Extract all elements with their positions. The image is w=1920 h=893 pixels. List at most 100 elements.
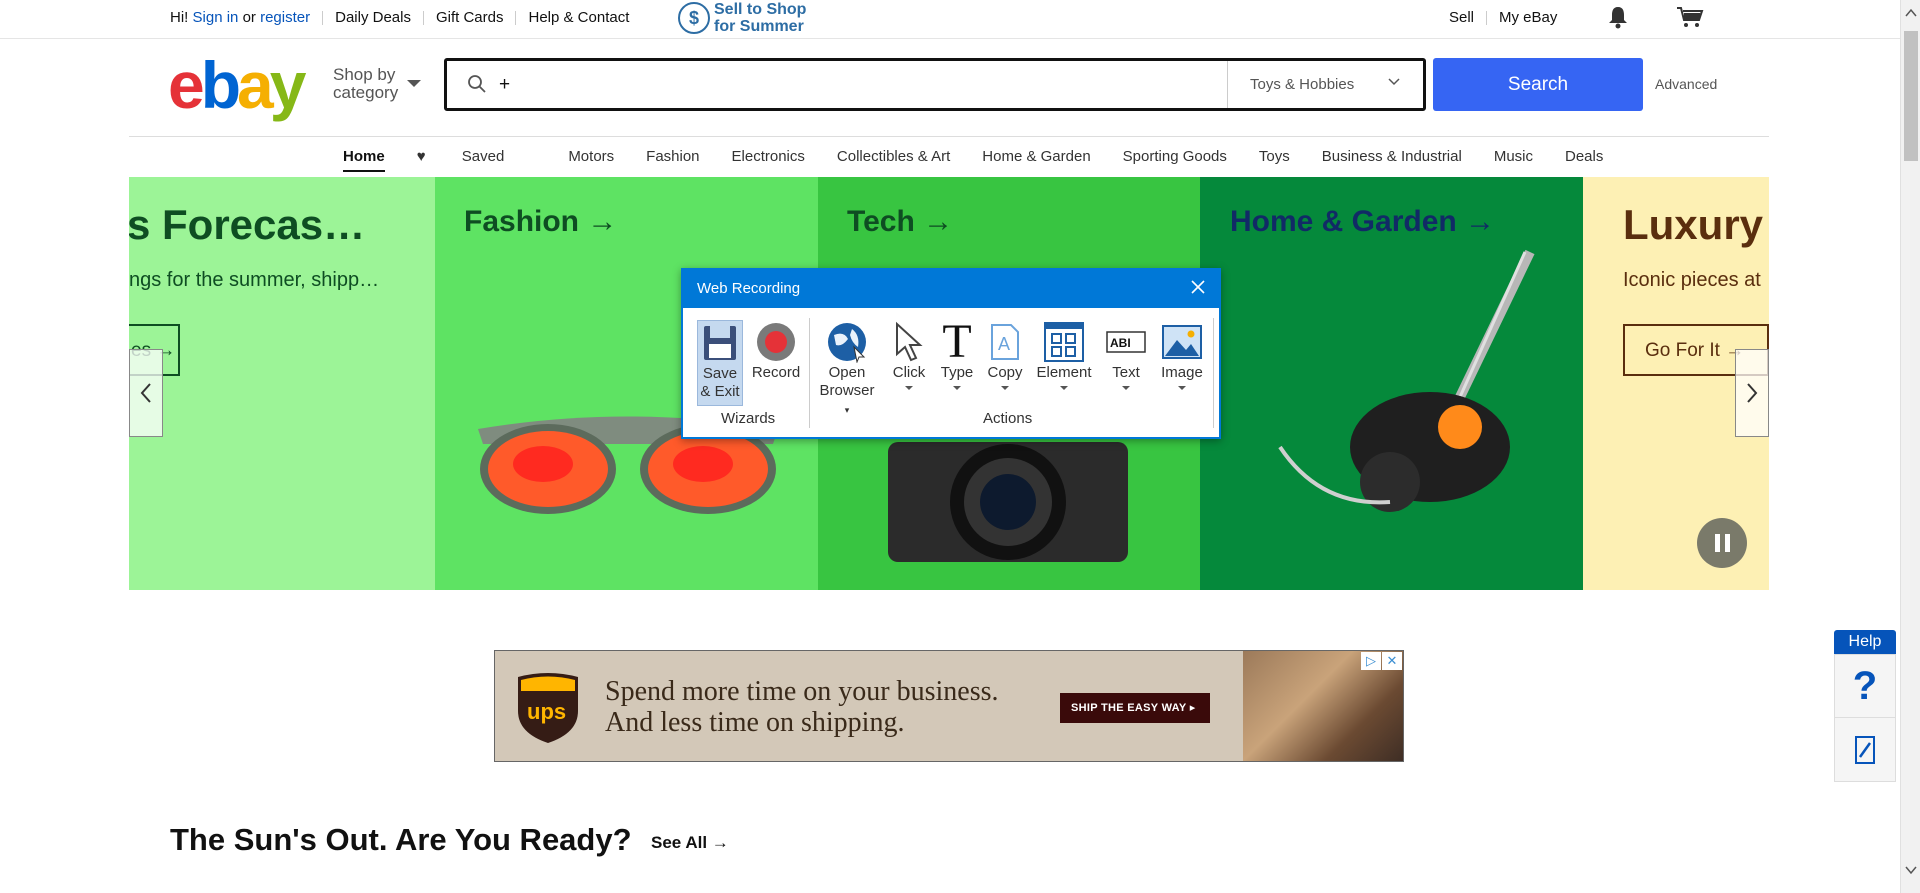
cart-icon[interactable] [1676, 5, 1704, 29]
category-select[interactable]: Toys & Hobbies [1227, 61, 1423, 108]
group-separator [1213, 318, 1214, 428]
open-browser-button[interactable]: Open Browser ▾ [817, 320, 877, 419]
panel-subtitle: Iconic pieces at [1623, 269, 1761, 291]
advanced-search-link[interactable]: Advanced [1655, 76, 1717, 92]
promo-line-2: for Summer [714, 18, 804, 35]
ebay-logo[interactable]: ebay [168, 48, 306, 122]
close-ad-icon[interactable]: ✕ [1382, 652, 1402, 670]
svg-text:A: A [998, 334, 1010, 354]
save-exit-button[interactable]: Save & Exit [697, 320, 743, 406]
help-header[interactable]: Help [1834, 630, 1896, 654]
feedback-button[interactable] [1834, 718, 1896, 782]
dropdown-caret-icon [1001, 386, 1009, 390]
carousel-prev-button[interactable] [129, 349, 163, 437]
chevron-down-icon [1388, 78, 1400, 86]
search-button[interactable]: Search [1433, 58, 1643, 111]
wizards-group-label: Wizards [721, 410, 776, 427]
or-text: or [242, 9, 256, 26]
help-question-button[interactable]: ? [1834, 654, 1896, 718]
panel-title-text: Fashion [464, 205, 580, 238]
panel-title: s Forecas… [129, 201, 366, 248]
close-icon[interactable] [1189, 278, 1207, 296]
divider [1486, 10, 1488, 25]
carousel-pause-button[interactable] [1697, 518, 1747, 568]
my-ebay-link[interactable]: My eBay [1499, 9, 1557, 26]
greeting: Hi! [170, 9, 189, 26]
top-utility-bar: Hi! Sign in or register Daily Deals Gift… [0, 0, 1900, 39]
type-button[interactable]: T Type [937, 315, 977, 390]
nav-item-collectibles-art[interactable]: Collectibles & Art [837, 148, 950, 172]
ups-logo-icon: ups [518, 673, 578, 743]
shop-by-line-2: category [333, 83, 399, 102]
dialog-title: Web Recording [697, 280, 801, 297]
shop-by-line-1: Shop by [333, 65, 396, 84]
nav-item-sporting-goods[interactable]: Sporting Goods [1123, 148, 1227, 172]
text-label: Text [1112, 364, 1140, 381]
help-contact-link[interactable]: Help & Contact [528, 9, 629, 26]
logo-letter: e [168, 48, 205, 122]
floppy-disk-icon [698, 321, 742, 365]
nav-item-motors[interactable]: Motors [568, 148, 614, 172]
svg-text:ABI: ABI [1110, 336, 1131, 350]
register-link[interactable]: register [260, 9, 310, 26]
carousel-panel-home-garden[interactable]: Home & Garden → [1200, 177, 1583, 590]
sign-in-link[interactable]: Sign in [193, 9, 239, 26]
sell-link[interactable]: Sell [1449, 9, 1474, 26]
dropdown-caret-icon [953, 386, 961, 390]
nav-item-toys[interactable]: Toys [1259, 148, 1290, 172]
panel-title-text: Home & Garden [1230, 205, 1457, 238]
nav-item-home[interactable]: Home [343, 148, 385, 172]
help-widget: Help ? [1834, 630, 1896, 782]
search-input[interactable]: + [499, 74, 510, 96]
scrollbar-thumb[interactable] [1904, 31, 1918, 161]
nav-item-saved[interactable]: ♥ Saved [417, 148, 537, 172]
ad-choices-icon[interactable]: ▷ [1361, 652, 1381, 670]
panel-cta-label: Go For It [1645, 340, 1720, 361]
page-scrollbar[interactable] [1900, 0, 1920, 893]
daily-deals-link[interactable]: Daily Deals [335, 9, 411, 26]
see-all-link[interactable]: See All → [651, 833, 729, 853]
nav-item-business-industrial[interactable]: Business & Industrial [1322, 148, 1462, 172]
category-nav: Home ♥ Saved Motors Fashion Electronics … [343, 148, 1635, 172]
chevron-right-icon [1747, 383, 1758, 403]
carousel-panel-forecast[interactable]: s Forecas… ngs for the summer, shipp… es… [129, 177, 435, 590]
chevron-left-icon [140, 383, 151, 403]
type-t-icon: T [942, 315, 972, 368]
carousel-next-button[interactable] [1735, 349, 1769, 437]
see-all-label: See All [651, 833, 708, 852]
ship-easy-way-button[interactable]: SHIP THE EASY WAY ▸ [1060, 693, 1210, 723]
scroll-up-icon[interactable] [1905, 8, 1917, 18]
text-button[interactable]: ABI Text [1103, 320, 1149, 390]
nav-item-electronics[interactable]: Electronics [732, 148, 805, 172]
image-picture-icon [1157, 320, 1207, 364]
scroll-down-icon[interactable] [1905, 865, 1917, 875]
nav-item-deals[interactable]: Deals [1565, 148, 1603, 172]
image-button[interactable]: Image [1157, 320, 1207, 390]
nav-item-music[interactable]: Music [1494, 148, 1533, 172]
click-button[interactable]: Click [889, 320, 929, 390]
sell-to-shop-promo[interactable]: $ Sell to Shop for Summer [678, 1, 806, 35]
element-grid-icon [1033, 320, 1095, 364]
open-browser-label-1: Open [828, 364, 866, 381]
section-title: The Sun's Out. Are You Ready? [170, 822, 632, 857]
panel-title: Luxury [1623, 201, 1764, 248]
ad-line-2: And less time on shipping. [605, 707, 905, 738]
pause-icon [1724, 534, 1730, 552]
shop-by-category-button[interactable]: Shop by category [333, 65, 421, 102]
nav-item-home-garden[interactable]: Home & Garden [982, 148, 1090, 172]
ups-advertisement[interactable]: ups Spend more time on your business. An… [494, 650, 1404, 762]
image-label: Image [1161, 364, 1203, 381]
dialog-titlebar[interactable]: Web Recording [683, 270, 1219, 308]
nav-item-fashion[interactable]: Fashion [646, 148, 699, 172]
copy-button[interactable]: A Copy [985, 320, 1025, 390]
divider [515, 10, 517, 25]
nav-item-saved-label: Saved [461, 148, 505, 165]
record-button[interactable]: Record [751, 320, 801, 382]
user-links: Hi! Sign in or register Daily Deals Gift… [170, 9, 629, 26]
element-button[interactable]: Element [1033, 320, 1095, 390]
bell-icon[interactable] [1607, 5, 1629, 29]
divider [322, 10, 324, 25]
gift-cards-link[interactable]: Gift Cards [436, 9, 504, 26]
dropdown-caret-icon [1178, 386, 1186, 390]
copy-label: Copy [987, 364, 1023, 381]
